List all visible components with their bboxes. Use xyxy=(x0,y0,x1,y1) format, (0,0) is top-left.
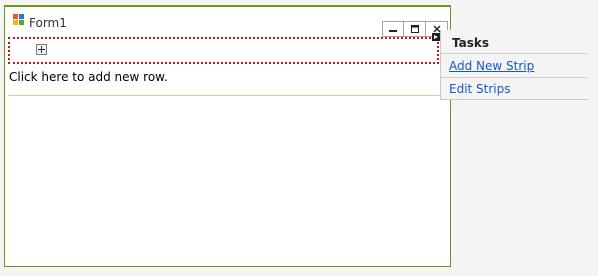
minimize-button[interactable] xyxy=(382,21,404,37)
tasks-separator xyxy=(441,77,588,78)
titlebar: Form1 xyxy=(5,7,450,37)
smart-tag-icon[interactable] xyxy=(432,33,440,41)
strip-selection-area[interactable] xyxy=(8,37,439,64)
maximize-button[interactable] xyxy=(404,21,426,37)
add-strip-button[interactable] xyxy=(36,44,47,55)
tasks-panel: Tasks Add New Strip Edit Strips xyxy=(440,30,588,100)
plus-icon xyxy=(38,46,45,53)
row-divider xyxy=(8,95,447,96)
add-new-strip-link[interactable]: Add New Strip xyxy=(449,59,534,73)
form-icon xyxy=(13,14,24,25)
form-window: Form1 Click here to add new row. xyxy=(4,5,451,267)
maximize-icon xyxy=(410,25,419,33)
window-title: Form1 xyxy=(29,16,67,30)
tasks-header: Tasks xyxy=(441,30,588,54)
minimize-icon xyxy=(389,30,397,32)
add-row-prompt[interactable]: Click here to add new row. xyxy=(9,70,168,84)
edit-strips-link[interactable]: Edit Strips xyxy=(449,82,511,96)
